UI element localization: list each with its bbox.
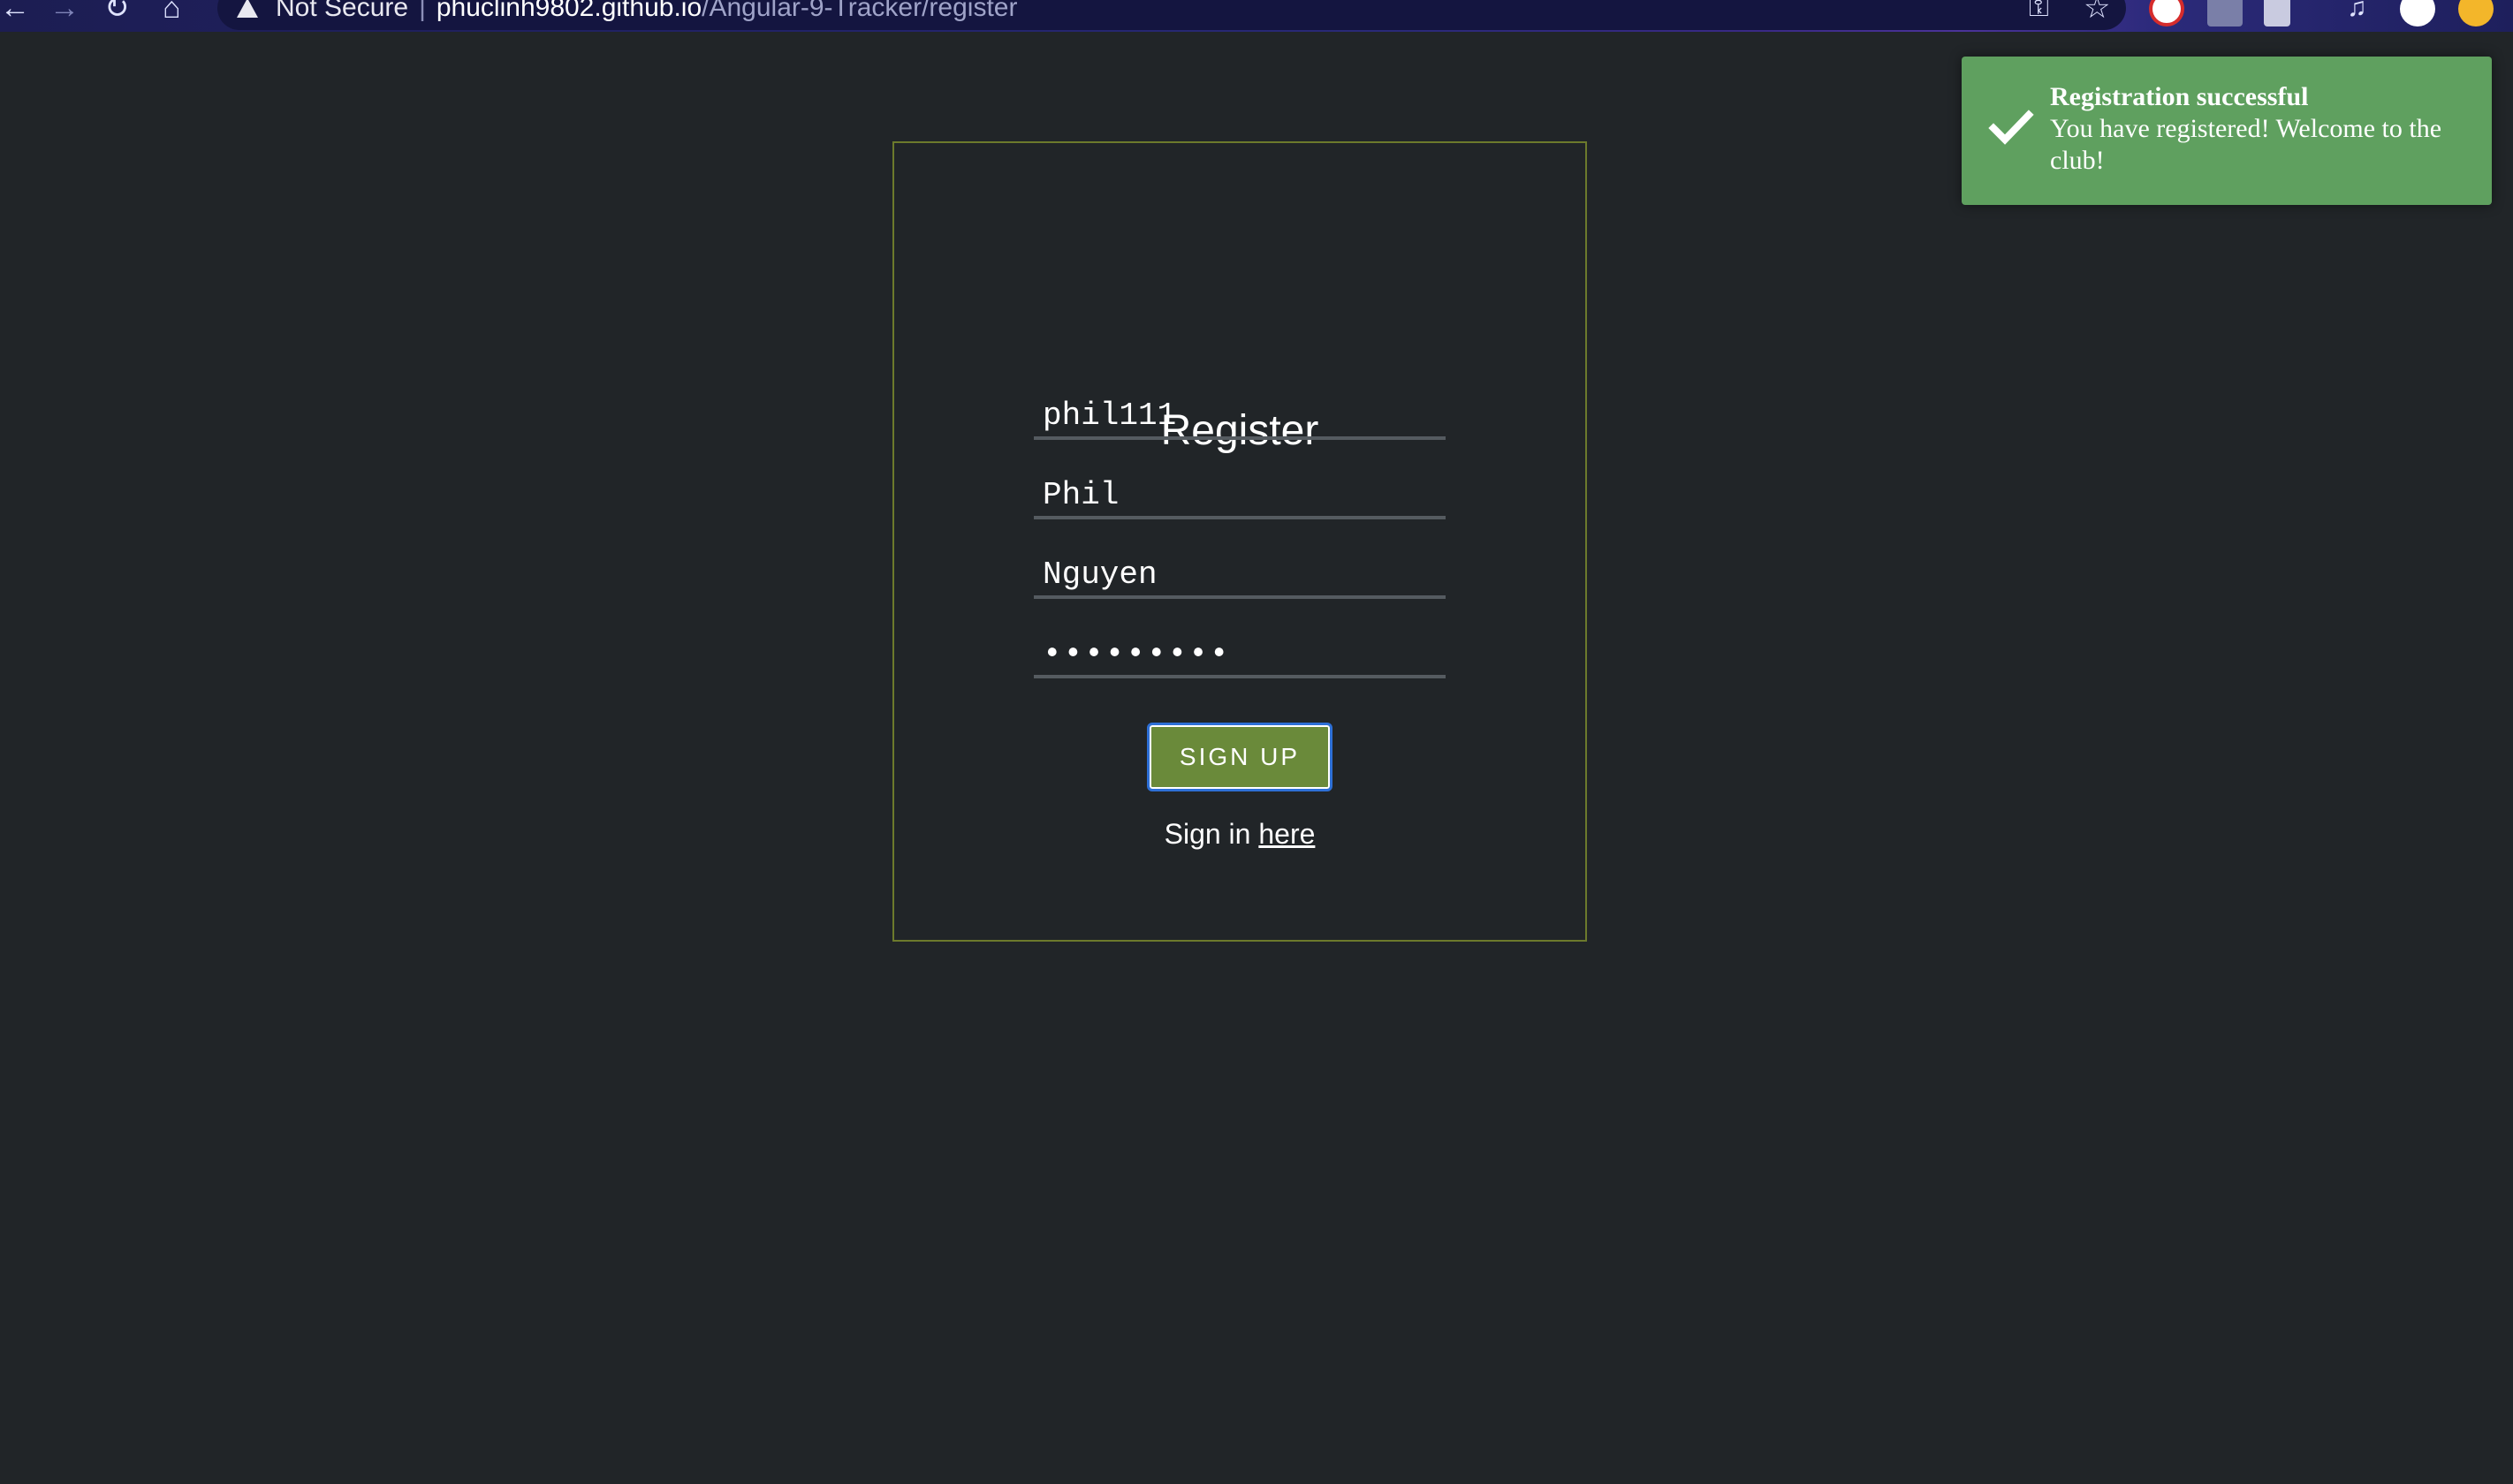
address-bar[interactable]: Not Secure | phuclinh9802.github.io/Angula… bbox=[217, 0, 2126, 30]
security-label: Not Secure bbox=[276, 0, 409, 22]
warning-icon bbox=[237, 0, 258, 18]
reload-icon[interactable]: ↻ bbox=[104, 0, 130, 23]
first-name-field[interactable] bbox=[1034, 473, 1446, 519]
browser-toolbar: ← → ↻ ⌂ Not Secure | phuclinh9802.github.i… bbox=[0, 0, 2513, 32]
toast-message: You have registered! Welcome to the club… bbox=[2050, 114, 2442, 175]
home-icon[interactable]: ⌂ bbox=[163, 0, 181, 23]
password-field[interactable] bbox=[1034, 632, 1446, 678]
sign-in-link[interactable]: here bbox=[1258, 818, 1315, 850]
last-name-field[interactable] bbox=[1034, 553, 1446, 599]
extension-gray-icon[interactable] bbox=[2207, 0, 2243, 26]
key-icon[interactable]: ⚿ bbox=[2029, 0, 2049, 23]
playlist-icon[interactable]: ♫ bbox=[2347, 0, 2367, 23]
profile-avatar-icon[interactable] bbox=[2458, 0, 2494, 26]
sign-up-button[interactable]: SIGN UP bbox=[1147, 723, 1332, 791]
extension-ball-icon[interactable] bbox=[2400, 0, 2435, 26]
url-path: /Angular-9-Tracker/register bbox=[702, 0, 1018, 22]
sign-in-prompt: Sign in here bbox=[892, 816, 1587, 852]
sign-in-text: Sign in bbox=[1164, 818, 1259, 850]
url-host: phuclinh9802.github.io bbox=[436, 0, 702, 22]
extension-red-icon[interactable] bbox=[2149, 0, 2184, 26]
bookmark-star-icon[interactable]: ☆ bbox=[2084, 0, 2110, 23]
checkmark-icon bbox=[1988, 110, 2034, 145]
back-icon[interactable]: ← bbox=[0, 0, 30, 23]
username-field[interactable] bbox=[1034, 394, 1446, 440]
success-toast[interactable]: Registration successful You have registe… bbox=[1962, 57, 2492, 205]
forward-icon[interactable]: → bbox=[49, 0, 80, 23]
toast-title: Registration successful bbox=[2050, 82, 2309, 111]
extension-k-icon[interactable] bbox=[2264, 0, 2290, 26]
